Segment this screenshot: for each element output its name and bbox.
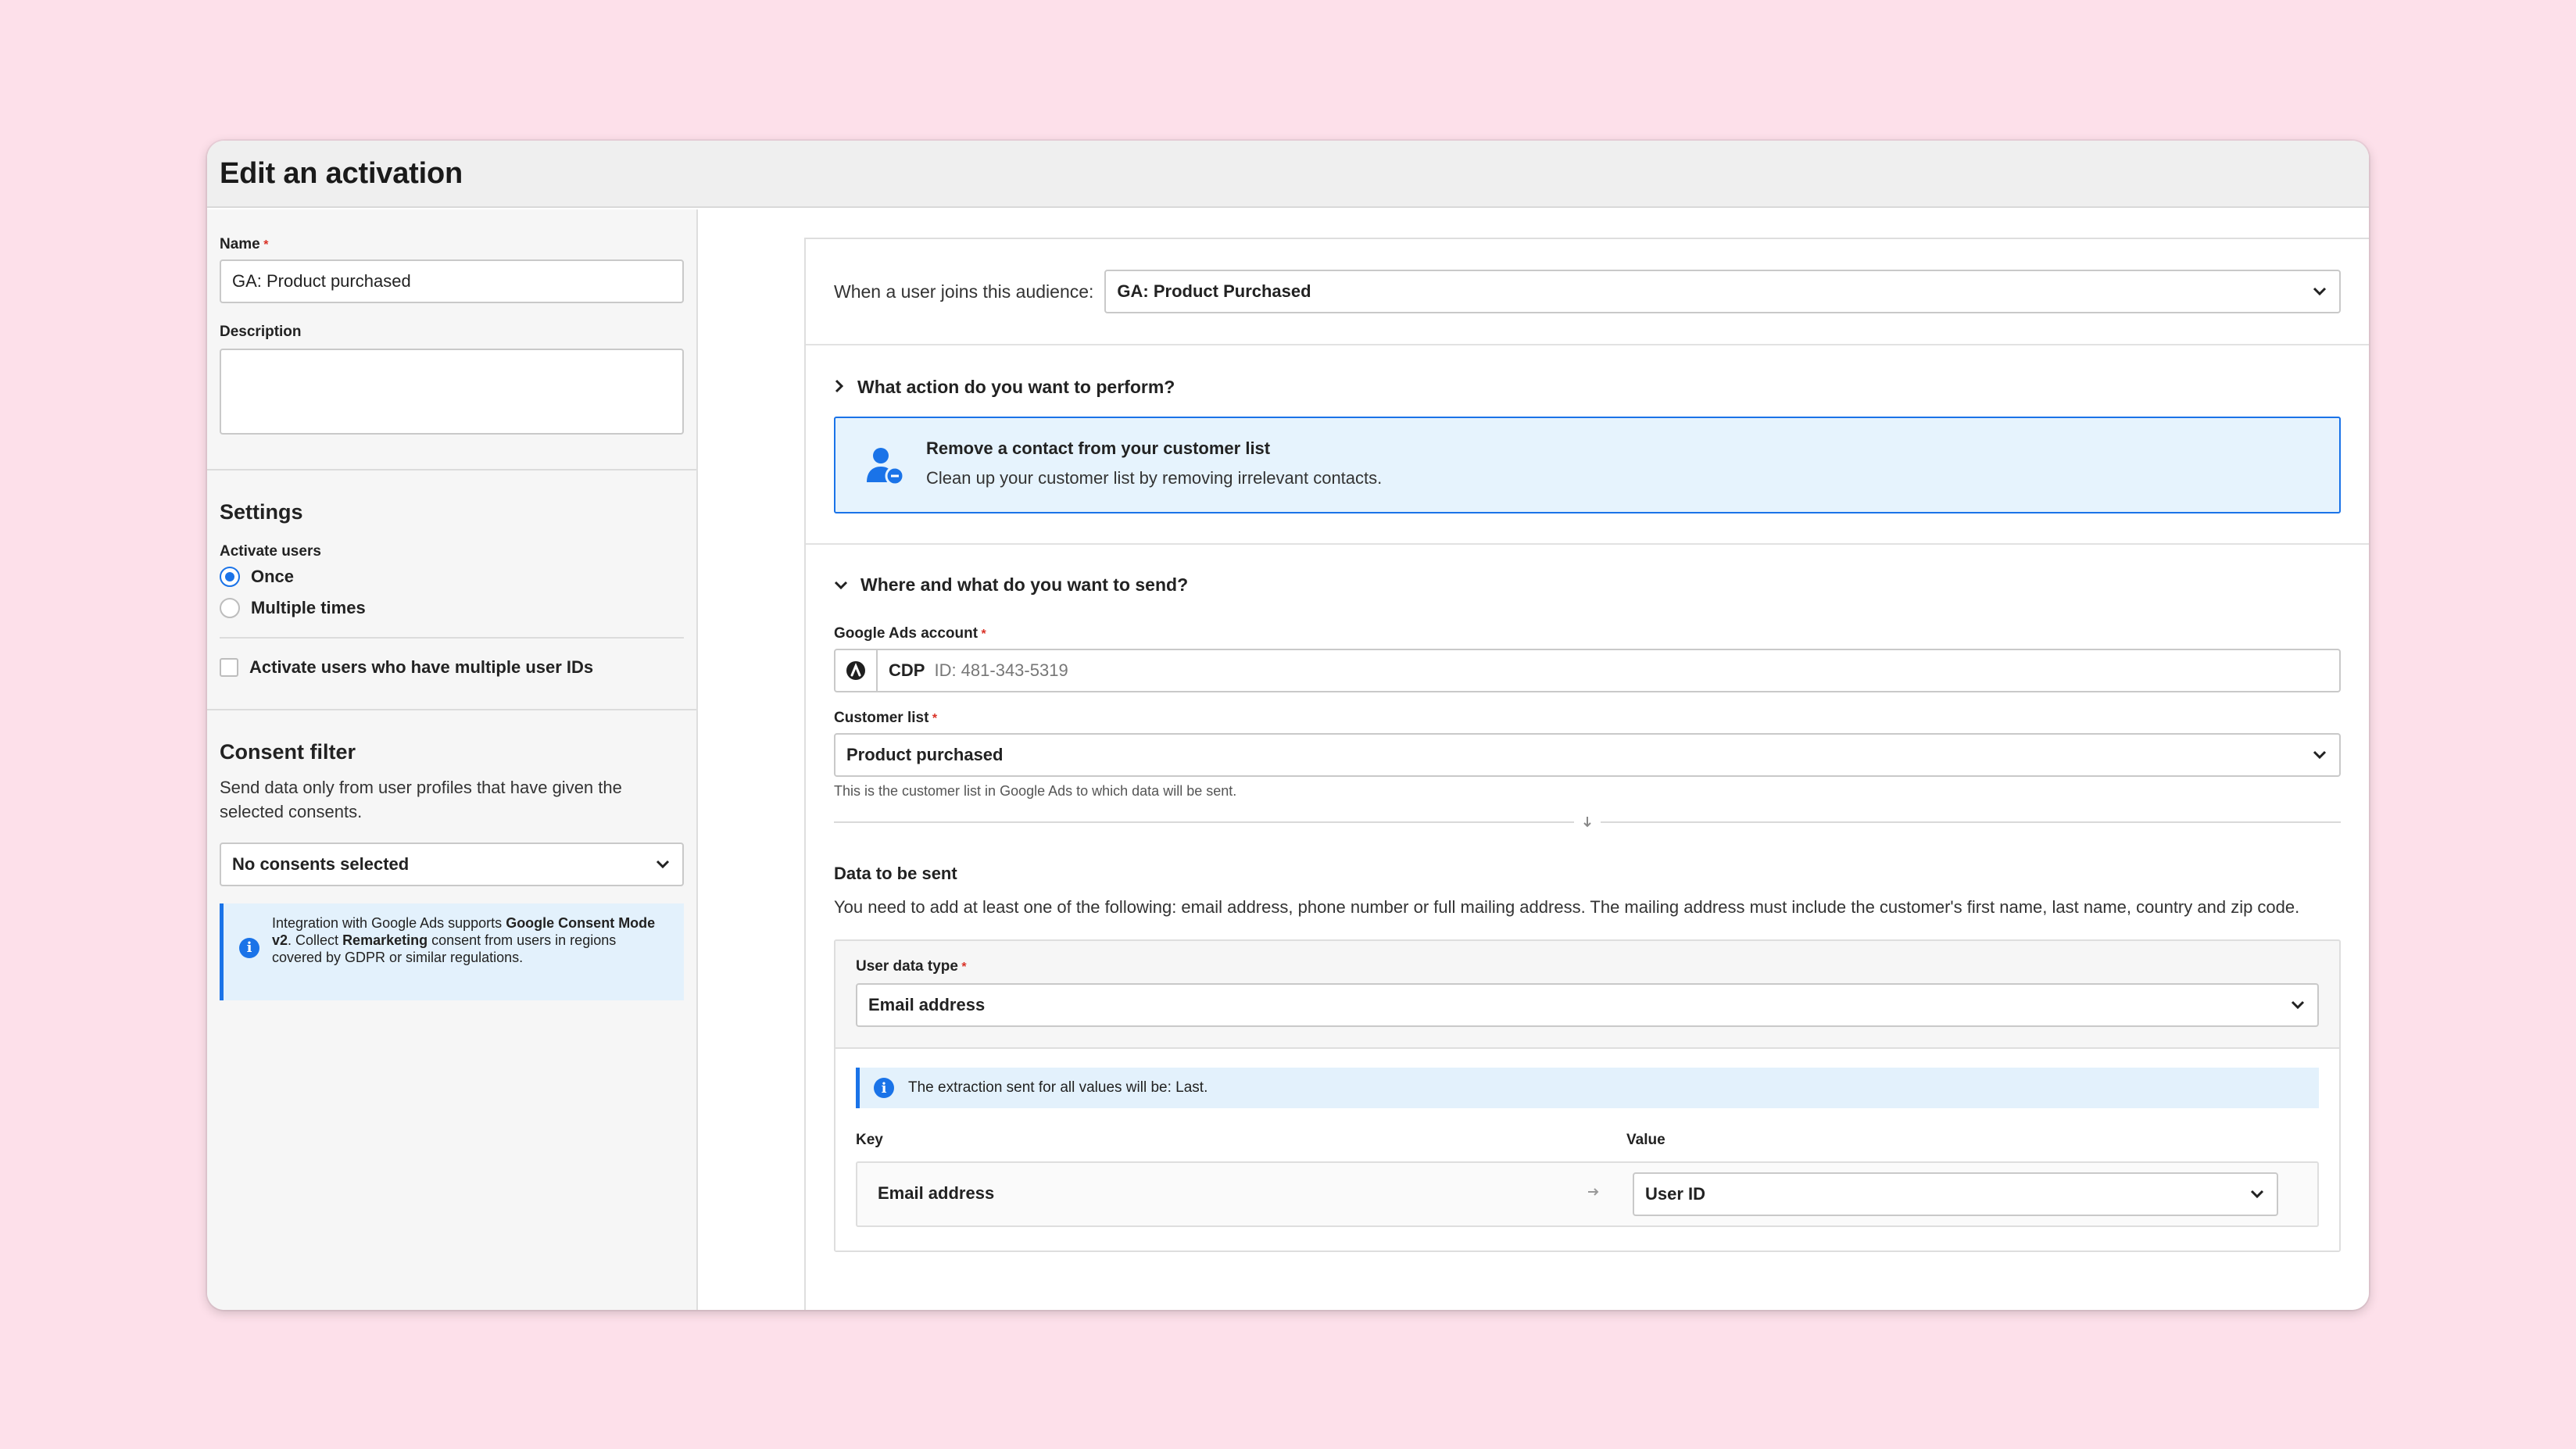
radio-multiple-times[interactable]: Multiple times (220, 598, 684, 618)
divider (220, 637, 684, 639)
consent-description: Send data only from user profiles that h… (220, 778, 622, 821)
action-card[interactable]: Remove a contact from your customer list… (834, 417, 2341, 513)
key-value-row: Email address User ID (856, 1161, 2319, 1227)
consent-select[interactable]: No consents selected (220, 843, 684, 886)
arrow-down-icon (1574, 813, 1601, 832)
radio-once-label: Once (251, 567, 295, 586)
chevron-down-icon (834, 574, 848, 596)
action-heading: What action do you want to perform? (857, 377, 1175, 397)
required-mark: * (981, 628, 986, 641)
chevron-down-icon (2311, 283, 2328, 300)
edit-activation-window: Edit an activation Name * GA: Product pu… (207, 141, 2369, 1310)
mapping-area: i The extraction sent for all values wil… (835, 1047, 2339, 1250)
send-heading: Where and what do you want to send? (860, 574, 1189, 595)
ads-account-label: Google Ads account (834, 625, 979, 642)
customer-list-label: Customer list (834, 710, 929, 726)
multiple-ids-checkbox-row[interactable]: Activate users who have multiple user ID… (220, 657, 684, 678)
value-select-value: User ID (1645, 1184, 1706, 1204)
name-input-value: GA: Product purchased (232, 271, 411, 291)
chevron-down-icon (2289, 996, 2306, 1014)
audience-select[interactable]: GA: Product Purchased (1104, 270, 2341, 313)
info-icon: i (239, 938, 259, 958)
radio-once-indicator[interactable] (220, 567, 240, 587)
audience-row: When a user joins this audience: GA: Pro… (806, 239, 2369, 345)
multiple-ids-label: Activate users who have multiple user ID… (249, 657, 594, 677)
action-section: What action do you want to perform? Remo… (806, 345, 2369, 545)
radio-once[interactable]: Once (220, 567, 684, 587)
right-panel: When a user joins this audience: GA: Pro… (804, 238, 2369, 1310)
description-label: Description (220, 324, 302, 340)
info-text: Integration with Google Ads supports (272, 915, 506, 931)
required-mark: * (263, 238, 269, 252)
required-mark: * (961, 961, 967, 974)
info-icon: i (874, 1078, 894, 1098)
info-bold-remarketing: Remarketing (342, 932, 428, 948)
customer-list-select[interactable]: Product purchased (834, 733, 2341, 777)
ads-account-id: ID: 481-343-5319 (934, 660, 1068, 680)
consent-select-value: No consents selected (232, 854, 410, 874)
user-data-box: User data type * Email address i The ext… (834, 939, 2341, 1252)
send-accordion-header[interactable]: Where and what do you want to send? (834, 574, 2341, 596)
chevron-right-icon (834, 377, 845, 398)
chevron-down-icon (2311, 746, 2328, 764)
customer-list-value: Product purchased (846, 745, 1004, 764)
settings-heading: Settings (220, 500, 303, 524)
action-title: Remove a contact from your customer list (926, 438, 1271, 458)
audience-select-value: GA: Product Purchased (1117, 281, 1311, 301)
extraction-info-text: The extraction sent for all values will … (908, 1079, 1208, 1096)
required-mark: * (932, 712, 938, 725)
ads-account-name: CDP (889, 660, 925, 680)
value-header: Value (1626, 1132, 1665, 1148)
user-data-type-label: User data type (856, 958, 958, 975)
consent-info-box: i Integration with Google Ads supports G… (220, 903, 684, 1000)
description-textarea[interactable] (220, 349, 684, 435)
info-text: . Collect (288, 932, 343, 948)
multiple-ids-checkbox[interactable] (220, 658, 238, 677)
user-data-type-select[interactable]: Email address (856, 983, 2319, 1027)
section-divider (834, 813, 2341, 832)
name-label: Name (220, 236, 260, 252)
key-email-address: Email address (878, 1183, 995, 1203)
user-data-type-value: Email address (868, 995, 986, 1014)
chevron-down-icon (654, 856, 671, 873)
chevron-down-icon (2249, 1186, 2266, 1203)
action-accordion-header[interactable]: What action do you want to perform? (834, 377, 2341, 398)
data-heading: Data to be sent (834, 864, 957, 883)
arrow-right-icon (1587, 1186, 1600, 1201)
extraction-info-box: i The extraction sent for all values wil… (856, 1068, 2319, 1108)
ads-account-field[interactable]: CDP ID: 481-343-5319 (834, 649, 2341, 692)
title-bar: Edit an activation (207, 141, 2369, 208)
name-input[interactable]: GA: Product purchased (220, 259, 684, 303)
value-select[interactable]: User ID (1633, 1172, 2278, 1216)
key-header: Key (856, 1132, 883, 1148)
send-section: Where and what do you want to send? Goog… (806, 545, 2369, 1252)
action-description: Clean up your customer list by removing … (926, 468, 1383, 488)
activate-users-label: Activate users (220, 543, 321, 560)
radio-multiple-label: Multiple times (251, 598, 366, 617)
remove-contact-icon (864, 445, 907, 492)
audience-label: When a user joins this audience: (834, 281, 1094, 302)
consent-heading: Consent filter (220, 740, 356, 764)
left-panel: Name * GA: Product purchased Description… (207, 209, 698, 1310)
google-ads-icon (835, 650, 878, 691)
customer-list-help: This is the customer list in Google Ads … (834, 783, 1237, 799)
page-title: Edit an activation (220, 156, 463, 190)
radio-multiple-indicator[interactable] (220, 598, 240, 618)
data-description: You need to add at least one of the foll… (834, 897, 2300, 917)
